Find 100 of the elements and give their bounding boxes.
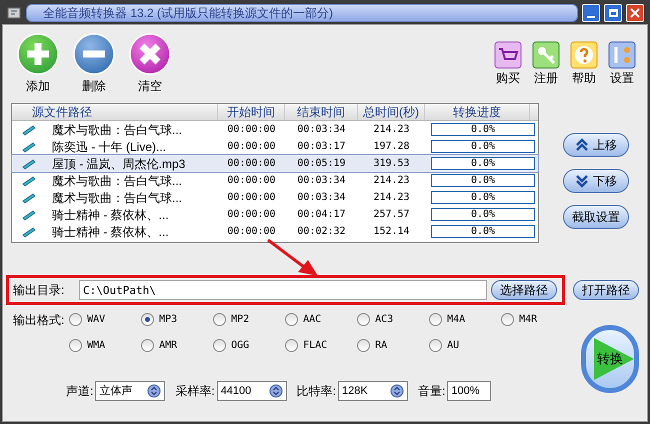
table-row[interactable]: 魔术与歌曲：告白气球... 00:00:00 00:03:34 214.23 0.0% [12, 172, 538, 189]
minimize-button[interactable] [582, 4, 600, 22]
start-time: 00:00:00 [226, 208, 277, 222]
spinner-icon [390, 384, 404, 398]
format-radio[interactable]: M4R [501, 311, 574, 327]
format-radio[interactable]: WMA [69, 337, 142, 353]
setting-select[interactable]: 44100 [216, 381, 287, 401]
app-icon [6, 5, 22, 21]
end-time: 00:03:34 [296, 123, 347, 137]
progress-text: 0.0% [470, 192, 496, 203]
end-time: 00:02:32 [296, 225, 347, 239]
minus-icon [73, 33, 115, 75]
toolbar-button[interactable]: 注册 [531, 41, 561, 103]
setting-select[interactable]: 128K [338, 381, 408, 401]
format-radio[interactable]: RA [357, 337, 430, 353]
side-button[interactable]: 截取设置 [563, 205, 629, 229]
format-radio[interactable]: OGG [213, 337, 286, 353]
setting-label: 采样率: [175, 383, 215, 400]
file-name: 骑士精神 - 蔡依林、... [52, 224, 170, 240]
setting-label: 声道: [66, 383, 94, 400]
toolbar-button[interactable]: 清空 [129, 33, 171, 103]
spinner-icon [147, 384, 162, 398]
duration: 214.23 [372, 123, 411, 137]
browse-button[interactable]: 选择路径 [491, 280, 557, 300]
file-name: 魔术与歌曲：告白气球... [52, 172, 184, 190]
key-icon [532, 41, 560, 69]
duration: 257.57 [372, 208, 411, 222]
start-time: 00:00:00 [226, 225, 277, 239]
table-row[interactable]: 陈奕迅 - 十年 (Live)... 00:00:00 00:03:17 197.28 0.0% [12, 138, 538, 155]
format-radio[interactable]: AAC [285, 311, 358, 327]
start-time: 00:00:00 [226, 191, 277, 205]
table-row[interactable]: 魔术与歌曲：告白气球... 00:00:00 00:03:34 214.23 0.0% [12, 189, 538, 206]
file-name: 屋顶 - 温岚、周杰伦.mp3 [52, 156, 186, 172]
question-icon [570, 41, 598, 69]
toolbar-button[interactable]: 删除 [73, 33, 115, 103]
progress-text: 0.0% [470, 158, 496, 169]
column-header[interactable]: 转换进度 [425, 104, 530, 120]
file-name: 陈奕迅 - 十年 (Live)... [52, 138, 168, 156]
duration: 319.53 [372, 157, 411, 171]
format-radio[interactable]: AC3 [357, 311, 430, 327]
start-time: 00:00:00 [226, 123, 277, 137]
setting-label: 比特率: [296, 383, 336, 400]
format-radio[interactable]: MP3 [141, 311, 214, 327]
file-name: 魔术与歌曲：告白气球... [52, 190, 184, 206]
convert-button[interactable]: 转换 [581, 325, 639, 393]
cart-icon [494, 41, 522, 69]
duration: 214.23 [372, 174, 411, 188]
table-row[interactable]: 骑士精神 - 蔡依林、... 00:00:00 00:02:32 152.14 0.0% [12, 223, 538, 240]
format-radio[interactable]: M4A [429, 311, 502, 327]
start-time: 00:00:00 [226, 174, 277, 188]
window-title: 全能音频转换器 13.2 (试用版只能转换源文件的一部分) [26, 4, 578, 22]
format-radio[interactable]: FLAC [285, 337, 358, 353]
plus-icon [17, 33, 59, 75]
end-time: 00:05:19 [296, 157, 347, 171]
double-down-icon [575, 174, 589, 188]
toolbar-button[interactable]: 帮助 [569, 41, 599, 103]
side-button[interactable]: 下移 [563, 169, 629, 193]
duration: 214.23 [372, 191, 411, 205]
format-radio[interactable]: MP2 [213, 311, 286, 327]
maximize-button[interactable] [604, 4, 622, 22]
start-time: 00:00:00 [226, 140, 277, 154]
toolbar-button[interactable]: 添加 [17, 33, 59, 103]
open-folder-button[interactable]: 打开路径 [573, 280, 639, 300]
table-row[interactable]: 骑士精神 - 蔡依林、... 00:00:00 00:04:17 257.57 0.0% [12, 206, 538, 223]
end-time: 00:03:34 [296, 174, 347, 188]
double-up-icon [575, 138, 589, 152]
format-radio[interactable]: WAV [69, 311, 142, 327]
toolbar-button[interactable]: 购买 [493, 41, 523, 103]
side-button[interactable]: 上移 [563, 133, 629, 157]
format-radio[interactable]: AMR [141, 337, 214, 353]
start-time: 00:00:00 [226, 157, 277, 171]
end-time: 00:03:34 [296, 191, 347, 205]
table-row[interactable]: 屋顶 - 温岚、周杰伦.mp3 00:00:00 00:05:19 319.53 0.0% [12, 155, 538, 172]
file-name: 魔术与歌曲：告白气球... [52, 122, 184, 138]
duration: 197.28 [372, 140, 411, 154]
end-time: 00:03:17 [296, 140, 347, 154]
end-time: 00:04:17 [296, 208, 347, 222]
progress-text: 0.0% [470, 226, 496, 237]
progress-text: 0.0% [470, 209, 496, 220]
progress-text: 0.0% [470, 124, 496, 135]
progress-text: 0.0% [470, 141, 496, 152]
setting-select[interactable]: 立体声 [95, 381, 166, 401]
column-header[interactable]: 总时间(秒) [358, 104, 425, 120]
setting-label: 音量: [418, 383, 446, 400]
table-row[interactable]: 魔术与歌曲：告白气球... 00:00:00 00:03:34 214.23 0.0% [12, 121, 538, 138]
output-label: 输出目录: [13, 282, 66, 299]
duration: 152.14 [372, 225, 411, 239]
column-header[interactable]: 结束时间 [285, 104, 358, 120]
file-name: 骑士精神 - 蔡依林、... [52, 206, 170, 224]
output-path-field[interactable]: C:\OutPath\ [79, 280, 487, 300]
progress-text: 0.0% [470, 175, 496, 186]
column-header[interactable]: 源文件路径 [12, 104, 218, 120]
volume-field[interactable]: 100% [447, 381, 492, 401]
close-button[interactable] [626, 4, 644, 22]
column-header[interactable]: 开始时间 [218, 104, 285, 120]
close-icon [630, 8, 640, 18]
format-label: 输出格式: [12, 312, 66, 329]
spinner-icon [268, 384, 283, 398]
format-radio[interactable]: AU [429, 337, 502, 353]
toolbar-button[interactable]: 设置 [607, 41, 637, 103]
